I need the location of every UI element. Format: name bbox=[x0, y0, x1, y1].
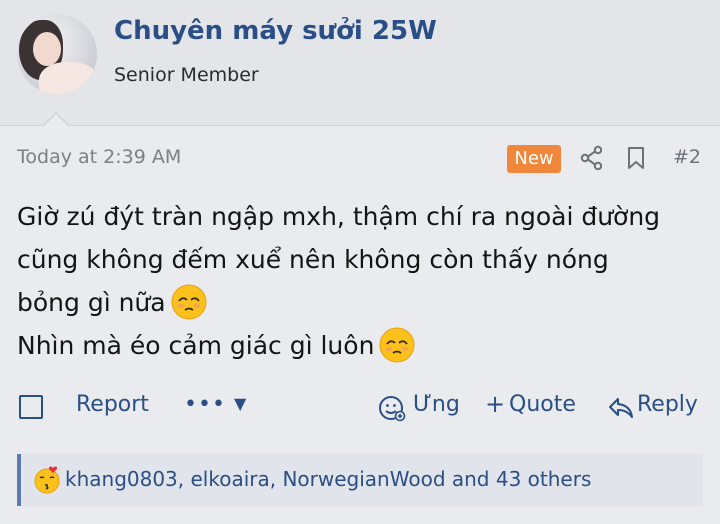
post-timestamp[interactable]: Today at 2:39 AM bbox=[17, 146, 181, 168]
react-button[interactable]: Ưng bbox=[413, 392, 460, 417]
reactions-users[interactable]: khang0803, elkoaira, NorwegianWood and 4… bbox=[65, 467, 591, 491]
more-options-button[interactable]: ••• ▼ bbox=[184, 392, 247, 417]
reply-icon[interactable] bbox=[608, 396, 634, 420]
sad-face-emoji-icon bbox=[379, 327, 415, 363]
caret-down-icon: ▼ bbox=[233, 394, 248, 413]
sad-face-emoji-icon bbox=[171, 284, 207, 320]
post-line-3: bỏng gì nữa bbox=[17, 288, 166, 317]
bookmark-icon[interactable] bbox=[626, 146, 646, 170]
plus-icon: + bbox=[485, 390, 506, 418]
username-link[interactable]: Chuyên máy sưởi 25W bbox=[114, 16, 437, 46]
react-icon[interactable] bbox=[378, 394, 406, 422]
post-line-1: Giờ zú đýt tràn ngập mxh, thậm chí ra ng… bbox=[17, 202, 661, 231]
avatar[interactable] bbox=[17, 14, 97, 94]
post-body: Giờ zú đýt tràn ngập mxh, thậm chí ra ng… bbox=[17, 195, 707, 367]
kiss-emoji-icon bbox=[34, 466, 60, 494]
user-title: Senior Member bbox=[114, 64, 259, 86]
select-checkbox[interactable] bbox=[19, 395, 43, 419]
reply-button[interactable]: Reply bbox=[637, 392, 698, 417]
post-actions: Report ••• ▼ Ưng + Quote Reply bbox=[0, 388, 720, 428]
post-number-link[interactable]: #2 bbox=[673, 146, 701, 168]
new-badge: New bbox=[507, 145, 561, 173]
post-line-4: Nhìn mà éo cảm giác gì luôn bbox=[17, 331, 375, 360]
post-header: Chuyên máy sưởi 25W Senior Member bbox=[0, 0, 720, 126]
share-icon[interactable] bbox=[580, 145, 604, 171]
reactions-bar[interactable]: khang0803, elkoaira, NorwegianWood and 4… bbox=[17, 454, 703, 506]
quote-button[interactable]: Quote bbox=[509, 392, 576, 417]
report-link[interactable]: Report bbox=[76, 392, 149, 417]
post-line-2: cũng không đếm xuể nên không còn thấy nó… bbox=[17, 245, 609, 274]
